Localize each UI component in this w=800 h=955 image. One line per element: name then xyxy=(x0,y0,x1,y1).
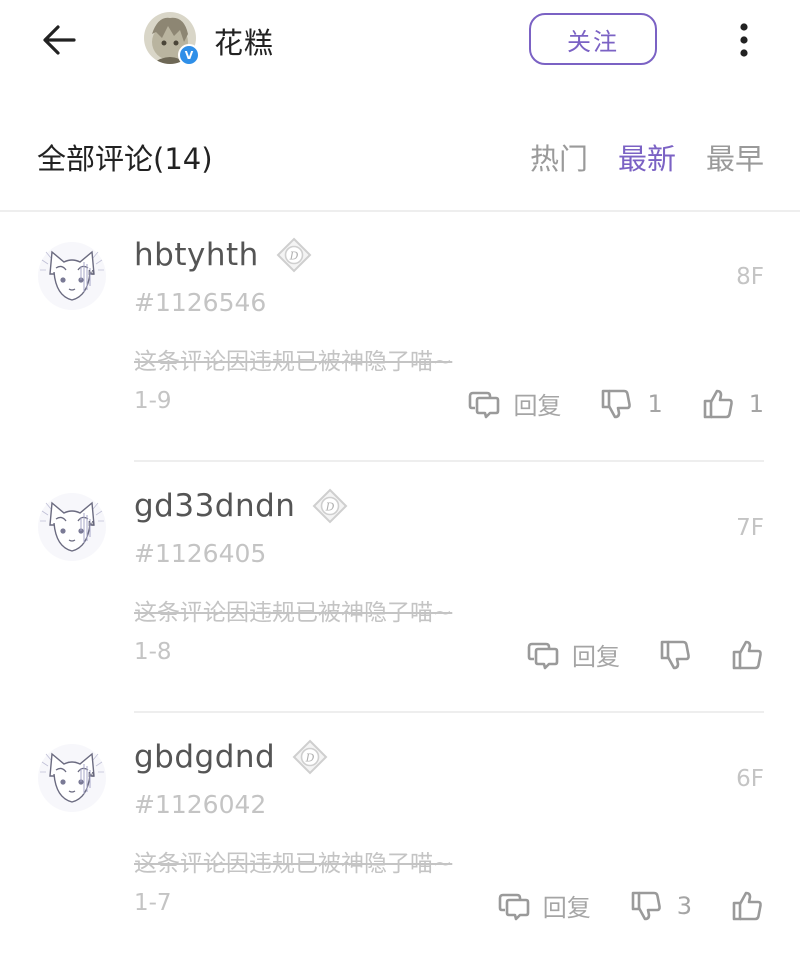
dislike-count: 3 xyxy=(676,891,692,920)
row-divider xyxy=(134,460,764,462)
thumbs-up-icon xyxy=(730,638,764,672)
level-badge-icon xyxy=(275,236,313,274)
top-bar: V 花糕 关注 xyxy=(0,0,800,82)
like-button[interactable] xyxy=(730,638,764,672)
comment-text: 这条评论因违规已被神隐了喵~ xyxy=(134,851,453,877)
comment-footer: 1-7 回复 3 xyxy=(134,888,764,928)
back-button[interactable] xyxy=(38,18,82,62)
floor-number: 6F xyxy=(736,766,764,792)
comment-actions: 回复 1 1 xyxy=(467,386,764,421)
like-button[interactable]: 1 xyxy=(701,387,764,421)
comments-header: 全部评论(14) 热门 最新 最早 xyxy=(0,128,800,184)
level-badge-icon xyxy=(311,487,349,525)
commenter-id: #1126546 xyxy=(134,288,267,317)
thumbs-down-icon xyxy=(599,387,633,421)
thumbs-up-icon xyxy=(701,387,735,421)
floor-number: 7F xyxy=(736,515,764,541)
comment-footer: 1-8 回复 xyxy=(134,637,764,677)
dislike-button[interactable] xyxy=(658,638,692,672)
comment-time: 1-8 xyxy=(134,639,172,665)
more-vertical-icon xyxy=(740,23,748,57)
dislike-count: 1 xyxy=(647,389,663,418)
user-avatar-button[interactable]: V xyxy=(144,12,200,66)
verified-badge: V xyxy=(178,44,200,66)
reply-label: 回复 xyxy=(542,894,591,922)
comment-actions: 回复 xyxy=(526,637,764,672)
row-divider xyxy=(134,711,764,713)
tab-latest[interactable]: 最新 xyxy=(618,136,676,178)
commenter-name[interactable]: hbtyhth xyxy=(134,237,259,273)
reply-label: 回复 xyxy=(572,643,620,671)
commenter-avatar[interactable] xyxy=(36,240,108,312)
reply-button[interactable]: 回复 xyxy=(526,637,620,672)
commenter-name[interactable]: gd33dndn xyxy=(134,488,295,524)
comment-time: 1-9 xyxy=(134,388,172,414)
floor-number: 8F xyxy=(736,264,764,290)
comment-text: 这条评论因违规已被神隐了喵~ xyxy=(134,349,453,375)
commenter-name[interactable]: gbdgdnd xyxy=(134,739,275,775)
thumbs-down-icon xyxy=(629,889,663,923)
comments-title: 全部评论(14) xyxy=(37,142,213,176)
commenter-avatar[interactable] xyxy=(36,742,108,814)
comment-item[interactable]: hbtyhth #1126546 8F 这条评论因违规已被神隐了喵~ 1-9 回… xyxy=(0,212,800,462)
back-arrow-icon xyxy=(43,25,76,55)
reply-icon xyxy=(467,387,501,421)
like-button[interactable] xyxy=(730,889,764,923)
commenter-id: #1126042 xyxy=(134,790,267,819)
reply-button[interactable]: 回复 xyxy=(497,888,591,923)
comment-user-row: hbtyhth xyxy=(134,236,313,274)
comment-text: 这条评论因违规已被神隐了喵~ xyxy=(134,600,453,626)
commenter-avatar[interactable] xyxy=(36,491,108,563)
reply-label: 回复 xyxy=(513,392,562,420)
username[interactable]: 花糕 xyxy=(214,20,274,62)
commenter-id: #1126405 xyxy=(134,539,267,568)
thumbs-up-icon xyxy=(730,889,764,923)
reply-button[interactable]: 回复 xyxy=(467,386,561,421)
comment-actions: 回复 3 xyxy=(497,888,764,923)
tab-hot[interactable]: 热门 xyxy=(530,136,588,178)
follow-button[interactable]: 关注 xyxy=(529,13,657,65)
level-badge-icon xyxy=(291,738,329,776)
comment-footer: 1-9 回复 1 1 xyxy=(134,386,764,426)
like-count: 1 xyxy=(748,389,764,418)
comment-item[interactable]: gd33dndn #1126405 7F 这条评论因违规已被神隐了喵~ 1-8 … xyxy=(0,463,800,713)
tab-earliest[interactable]: 最早 xyxy=(706,136,764,178)
reply-icon xyxy=(526,638,560,672)
more-options-button[interactable] xyxy=(728,18,760,62)
reply-icon xyxy=(497,889,531,923)
thumbs-down-icon xyxy=(658,638,692,672)
dislike-button[interactable]: 3 xyxy=(629,889,692,923)
comment-user-row: gd33dndn xyxy=(134,487,349,525)
dislike-button[interactable]: 1 xyxy=(599,387,663,421)
sort-tabs: 热门 最新 最早 xyxy=(530,136,764,178)
comment-item[interactable]: gbdgdnd #1126042 6F 这条评论因违规已被神隐了喵~ 1-7 回… xyxy=(0,714,800,955)
comment-time: 1-7 xyxy=(134,890,172,916)
comment-user-row: gbdgdnd xyxy=(134,738,329,776)
